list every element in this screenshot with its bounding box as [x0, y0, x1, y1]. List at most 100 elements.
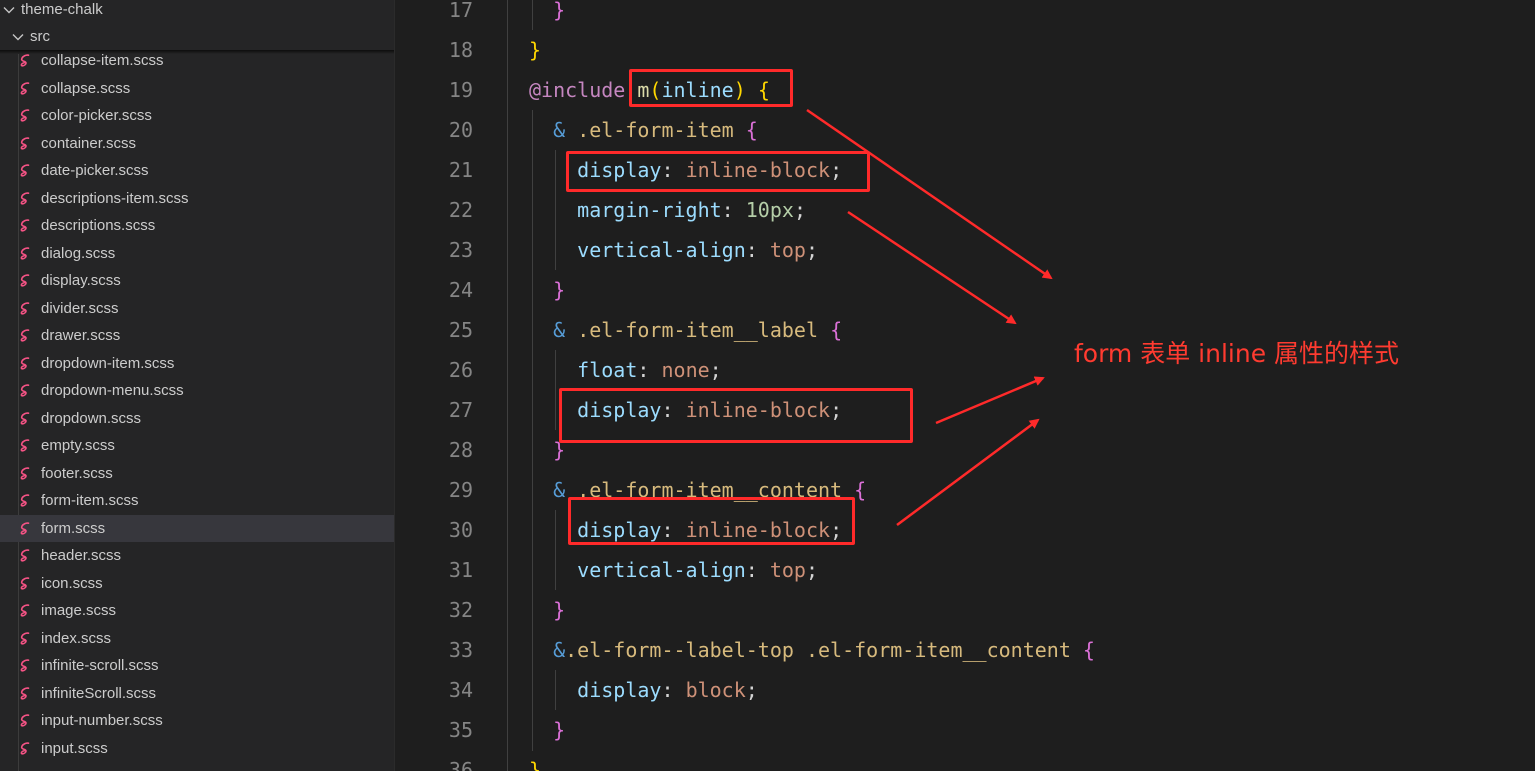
- code-text: vertical-align: top;: [577, 558, 819, 582]
- code-line[interactable]: 31 vertical-align: top;: [395, 550, 1535, 590]
- line-number: 29: [448, 478, 473, 502]
- code-text: & .el-form-item {: [553, 118, 758, 142]
- file-label: input.scss: [41, 739, 108, 757]
- line-number: 32: [448, 598, 473, 622]
- file-item[interactable]: form-item.scss: [0, 487, 394, 514]
- code-text: float: none;: [577, 358, 722, 382]
- file-item[interactable]: date-picker.scss: [0, 157, 394, 184]
- file-label: infiniteScroll.scss: [41, 684, 157, 702]
- file-item[interactable]: descriptions-item.scss: [0, 185, 394, 212]
- file-item[interactable]: drawer.scss: [0, 322, 394, 349]
- code-line[interactable]: 17 }: [395, 0, 1535, 30]
- file-label: image.scss: [41, 602, 117, 619]
- file-item[interactable]: dialog.scss: [0, 240, 394, 267]
- sass-file-icon: [20, 329, 30, 342]
- sass-file-icon: [20, 494, 30, 507]
- code-text: }: [553, 598, 566, 622]
- line-number: 25: [448, 318, 473, 342]
- indent-guide: [532, 110, 533, 751]
- sass-file-icon: [20, 466, 30, 480]
- file-item[interactable]: dropdown.scss: [0, 405, 394, 432]
- sass-file-icon: [20, 356, 30, 370]
- file-label: dropdown.scss: [41, 409, 142, 427]
- file-item[interactable]: collapse.scss: [0, 75, 394, 102]
- code-line[interactable]: 18}: [395, 30, 1535, 70]
- line-number: 17: [448, 0, 473, 22]
- sass-file-icon: [20, 164, 30, 177]
- line-number: 33: [448, 638, 473, 662]
- highlight-box-form-item: [566, 151, 870, 192]
- line-number: 26: [448, 358, 473, 382]
- file-item[interactable]: input-number.scss: [0, 707, 394, 734]
- line-number: 30: [448, 518, 473, 542]
- code-text: & .el-form-item__label {: [553, 318, 843, 342]
- indent-guide: [555, 150, 556, 270]
- folder-src[interactable]: src: [0, 23, 394, 50]
- code-editor[interactable]: 17 } 18} 19 @include m(inline) {20 & .el-fo…: [395, 0, 1535, 771]
- file-item[interactable]: dropdown-item.scss: [0, 350, 394, 377]
- sass-file-icon: [20, 136, 30, 150]
- code-text: }: [529, 38, 542, 62]
- file-label: color-picker.scss: [41, 107, 152, 124]
- file-label: icon.scss: [41, 574, 103, 592]
- line-number: 18: [448, 38, 473, 62]
- file-item[interactable]: index.scss: [0, 625, 394, 652]
- file-item[interactable]: form.scss: [0, 514, 394, 542]
- sass-file-icon: [20, 246, 30, 260]
- file-item[interactable]: dropdown-menu.scss: [0, 377, 394, 404]
- file-label: date-picker.scss: [41, 162, 149, 179]
- file-item[interactable]: collapse-item.scss: [0, 47, 394, 74]
- line-number: 21: [448, 158, 473, 182]
- sass-file-icon: [20, 191, 30, 205]
- code-line[interactable]: 30 display: inline-block;: [395, 510, 1535, 550]
- file-item[interactable]: infinite-scroll.scss: [0, 652, 394, 679]
- file-item[interactable]: image.scss: [0, 597, 394, 624]
- code-line[interactable]: 35 }: [395, 710, 1535, 750]
- file-item[interactable]: footer.scss: [0, 460, 394, 487]
- file-label: collapse-item.scss: [41, 52, 164, 69]
- code-line[interactable]: 23 vertical-align: top;: [395, 230, 1535, 270]
- file-item[interactable]: input.scss: [0, 735, 394, 762]
- sass-file-icon: [20, 219, 30, 232]
- indent-guide: [555, 510, 556, 590]
- code-line[interactable]: 34 display: block;: [395, 670, 1535, 710]
- file-item[interactable]: empty.scss: [0, 432, 394, 459]
- file-item[interactable]: icon.scss: [0, 570, 394, 597]
- file-item[interactable]: descriptions.scss: [0, 212, 394, 239]
- highlight-box-mixin: [629, 69, 793, 107]
- line-number: 19: [448, 78, 473, 102]
- line-number: 36: [448, 758, 473, 771]
- file-label: divider.scss: [41, 299, 119, 317]
- file-item[interactable]: display.scss: [0, 267, 394, 294]
- sass-file-icon: [20, 604, 30, 617]
- code-line[interactable]: 24 }: [395, 270, 1535, 310]
- sass-file-icon: [20, 301, 30, 315]
- sass-file-icon: [20, 714, 30, 727]
- code-line[interactable]: 36}: [395, 750, 1535, 771]
- sass-file-icon: [20, 741, 30, 755]
- sass-file-icon: [20, 521, 30, 535]
- code-line[interactable]: 29 & .el-form-item__content {: [395, 470, 1535, 510]
- code-text: }: [553, 718, 566, 742]
- file-item[interactable]: infiniteScroll.scss: [0, 680, 394, 707]
- code-line[interactable]: 32 }: [395, 590, 1535, 630]
- file-item[interactable]: color-picker.scss: [0, 102, 394, 129]
- sass-file-icon: [20, 411, 30, 425]
- code-line[interactable]: 33 &.el-form--label-top .el-form-item__c…: [395, 630, 1535, 670]
- file-item[interactable]: header.scss: [0, 542, 394, 569]
- line-number: 27: [448, 398, 473, 422]
- folder-theme-chalk[interactable]: theme-chalk: [0, 0, 394, 23]
- indent-guide: [555, 670, 556, 710]
- code-line[interactable]: 22 margin-right: 10px;: [395, 190, 1535, 230]
- code-line[interactable]: 20 & .el-form-item {: [395, 110, 1535, 150]
- file-label: form.scss: [41, 519, 106, 537]
- sass-file-icon: [20, 274, 30, 287]
- file-item[interactable]: container.scss: [0, 130, 394, 157]
- line-number: 20: [448, 118, 473, 142]
- indent-guide: [507, 0, 508, 771]
- file-label: dropdown-item.scss: [41, 354, 175, 372]
- code-text: vertical-align: top;: [577, 238, 819, 262]
- file-label: dropdown-menu.scss: [41, 382, 184, 399]
- file-item[interactable]: divider.scss: [0, 295, 394, 322]
- code-line[interactable]: 19 @include m(inline) {: [395, 70, 1535, 110]
